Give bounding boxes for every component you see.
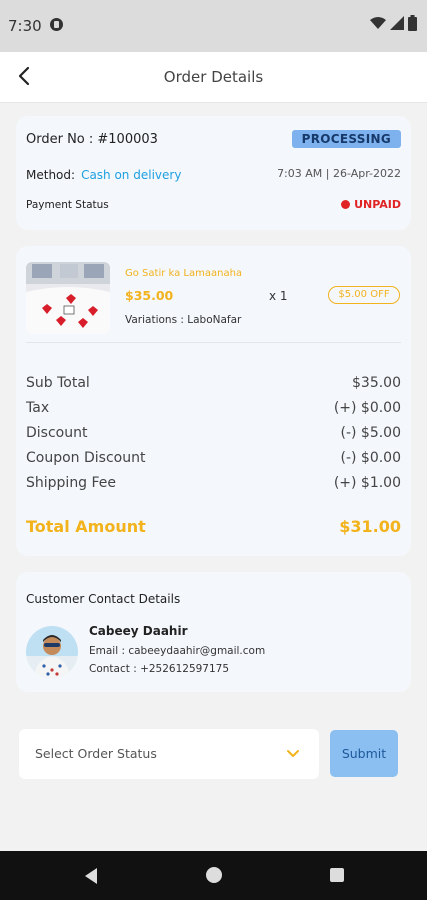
wifi-icon [370,17,386,29]
status-time: 7:30 [8,17,42,35]
status-bar: 7:30 [0,0,427,52]
nav-back-icon[interactable] [82,867,100,885]
product-price: $35.00 [125,288,174,303]
order-status-placeholder: Select Order Status [35,746,157,761]
summary-value: (+) $1.00 [333,475,401,491]
signal-icon [390,16,404,30]
submit-button[interactable]: Submit [330,730,398,777]
total-label: Total Amount [26,517,146,536]
customer-card: Customer Contact Details Cabeey Daahir E… [16,572,411,692]
order-datetime: 7:03 AM | 26-Apr-2022 [277,167,401,180]
product-discount-badge: $5.00 OFF [328,286,400,304]
payment-method: Method: Cash on delivery [26,164,181,183]
method-value: Cash on delivery [81,168,182,182]
customer-name: Cabeey Daahir [89,624,188,638]
product-image [26,262,110,334]
summary-label: Tax [26,400,50,416]
method-label: Method: [26,168,76,182]
nav-home-icon[interactable] [206,867,222,883]
product-name: Go Satir ka Lamaanaha [125,268,243,279]
summary-value: (-) $5.00 [340,425,401,441]
chevron-down-icon [287,750,299,757]
product-quantity: x 1 [269,289,288,303]
summary-label: Sub Total [26,375,90,391]
page-title: Order Details [163,68,264,86]
summary-row-tax: Tax (+) $0.00 [26,400,401,416]
summary-label: Discount [26,425,88,441]
divider [26,342,401,343]
order-status-select[interactable]: Select Order Status [19,729,319,779]
summary-row-coupon: Coupon Discount (-) $0.00 [26,450,401,466]
status-dot-icon [341,200,351,209]
app-bar: Order Details [0,52,427,103]
summary-value: (-) $0.00 [340,450,401,466]
total-amount-row: Total Amount $31.00 [26,517,401,536]
status-icons [370,15,417,31]
avatar [26,626,78,678]
product-variations: Variations : LaboNafar [125,314,242,326]
payment-status-value: UNPAID [354,198,401,211]
order-items-card: Go Satir ka Lamaanaha $35.00 x 1 $5.00 O… [16,246,411,556]
payment-status-label: Payment Status [26,198,109,211]
customer-contact: Contact : +252612597175 [89,663,230,675]
summary-row-shipping: Shipping Fee (+) $1.00 [26,475,401,491]
order-info-card: Order No : #100003 PROCESSING Method: Cas… [16,116,411,230]
notification-icon [50,18,63,31]
order-number: Order No : #100003 [26,131,158,147]
payment-status-badge: UNPAID [341,198,401,211]
nav-recents-icon[interactable] [330,868,344,882]
summary-value: (+) $0.00 [333,400,401,416]
summary-row-subtotal: Sub Total $35.00 [26,375,401,391]
system-nav-bar [0,851,427,900]
summary-label: Shipping Fee [26,475,117,491]
order-status-badge: PROCESSING [291,130,401,148]
customer-email: Email : cabeeydaahir@gmail.com [89,645,266,657]
summary-row-discount: Discount (-) $5.00 [26,425,401,441]
total-value: $31.00 [339,517,401,536]
summary-value: $35.00 [352,375,401,391]
battery-icon [408,15,417,31]
customer-section-title: Customer Contact Details [26,592,181,606]
summary-label: Coupon Discount [26,450,146,466]
